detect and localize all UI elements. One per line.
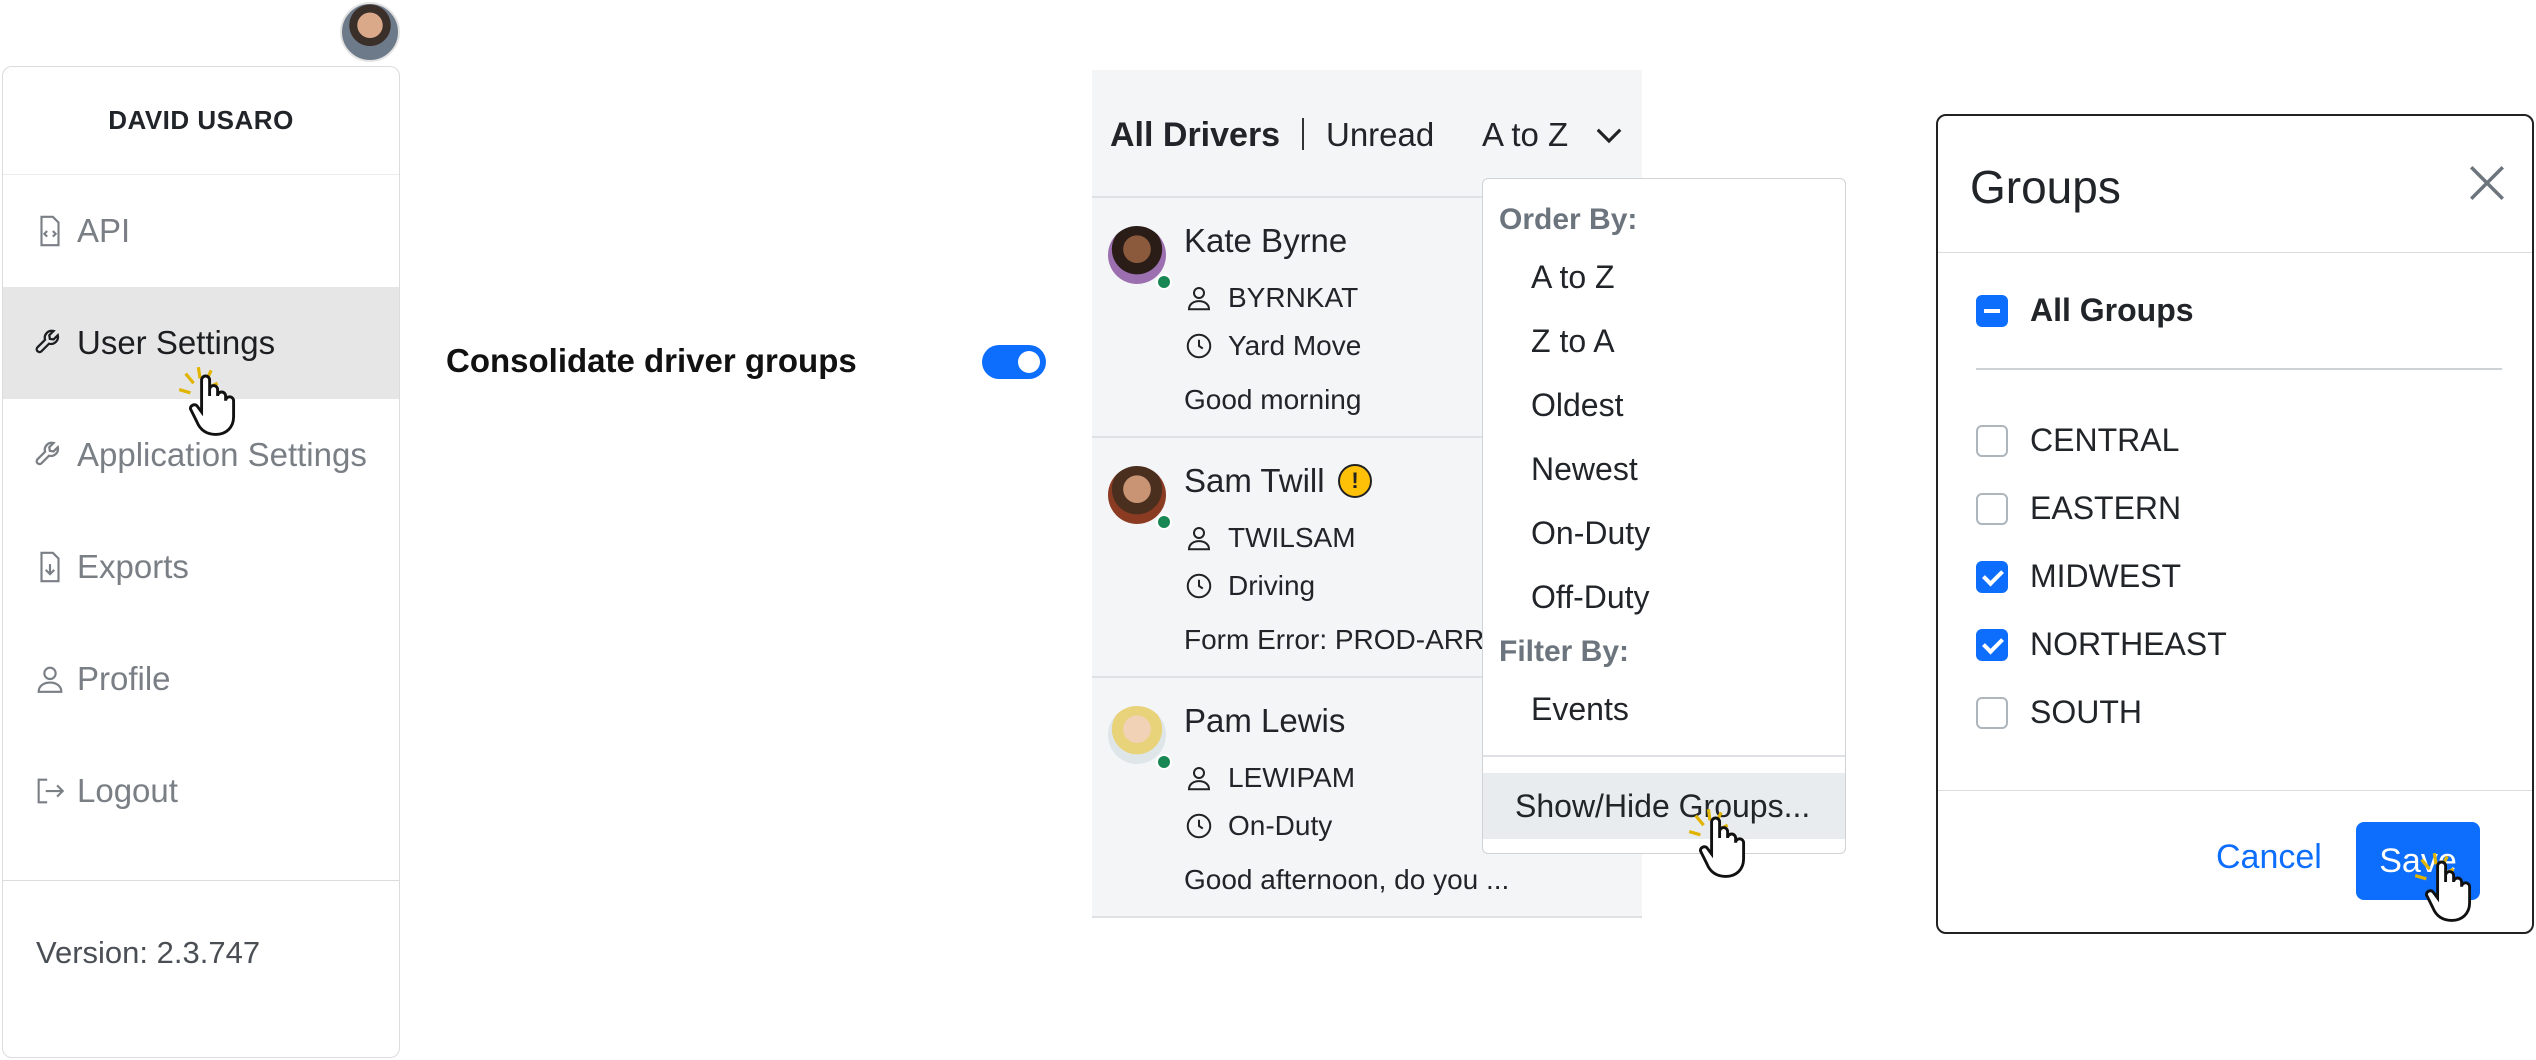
- group-checkbox[interactable]: [1976, 560, 2008, 593]
- hand-cursor-icon: [1688, 808, 1746, 878]
- group-checkbox-row-central[interactable]: CENTRAL: [1976, 422, 2179, 459]
- close-icon[interactable]: [2466, 162, 2508, 204]
- driver-name: Sam Twill: [1184, 462, 1325, 499]
- driver-status-row: On-Duty: [1184, 810, 1332, 842]
- user-avatar[interactable]: [340, 2, 400, 62]
- clock-icon: [1186, 573, 1212, 599]
- menu-item-show-hide-groups[interactable]: Show/Hide Groups...: [1483, 773, 1845, 839]
- tab-all-drivers[interactable]: All Drivers: [1110, 116, 1280, 155]
- modal-footer-divider: [1938, 790, 2532, 791]
- driver-code-row: TWILSAM: [1184, 522, 1356, 554]
- file-code-icon: [40, 215, 60, 247]
- group-label: NORTHEAST: [2030, 626, 2227, 662]
- sidebar-item-profile[interactable]: Profile: [3, 623, 399, 735]
- menu-item-a-to-z[interactable]: A to Z: [1531, 259, 1615, 296]
- all-groups-checkbox[interactable]: [1976, 294, 2008, 327]
- person-icon: [1187, 287, 1211, 311]
- sidebar-user-name: DAVID USARO: [3, 67, 399, 175]
- group-checkbox[interactable]: [1976, 696, 2008, 729]
- person-icon: [1187, 527, 1211, 551]
- consolidate-toggle[interactable]: [982, 345, 1046, 379]
- group-checkbox-row-northeast[interactable]: NORTHEAST: [1976, 626, 2227, 663]
- sort-dropdown-label[interactable]: A to Z: [1482, 116, 1568, 154]
- driver-avatar: [1108, 706, 1166, 764]
- driver-status: Driving: [1228, 570, 1316, 601]
- all-groups-checkbox-row[interactable]: All Groups: [1976, 292, 2194, 329]
- online-status-dot: [1156, 514, 1172, 530]
- online-status-dot: [1156, 274, 1172, 290]
- file-download-icon: [40, 551, 60, 583]
- driver-code: LEWIPAM: [1228, 762, 1356, 793]
- group-checkbox[interactable]: [1976, 628, 2008, 661]
- driver-code: BYRNKAT: [1228, 282, 1359, 313]
- driver-avatar: [1108, 226, 1166, 284]
- wrench-icon: [35, 329, 60, 354]
- driver-code-row: LEWIPAM: [1184, 762, 1355, 794]
- online-status-dot: [1156, 754, 1172, 770]
- consolidate-label: Consolidate driver groups: [446, 342, 857, 379]
- logout-icon: [37, 778, 65, 804]
- groups-divider: [1976, 368, 2502, 370]
- driver-message: Good afternoon, do you ...: [1184, 864, 1510, 895]
- menu-item-on-duty[interactable]: On-Duty: [1531, 515, 1650, 552]
- driver-message: Form Error: PROD-ARR: [1184, 624, 1485, 655]
- clock-icon: [1186, 333, 1212, 359]
- chevron-down-icon[interactable]: [1594, 124, 1624, 148]
- driver-status-row: Driving: [1184, 570, 1315, 602]
- group-checkbox-row-midwest[interactable]: MIDWEST: [1976, 558, 2181, 595]
- sort-dropdown-menu: Order By: A to Z Z to A Oldest Newest On…: [1482, 178, 1846, 854]
- driver-status: On-Duty: [1228, 810, 1333, 841]
- sidebar-item-label: API: [77, 212, 131, 249]
- person-icon: [37, 666, 63, 693]
- sidebar-item-api[interactable]: API: [3, 175, 399, 287]
- hand-cursor-icon: [2414, 852, 2472, 922]
- group-checkbox-row-south[interactable]: SOUTH: [1976, 694, 2142, 731]
- driver-name: Kate Byrne: [1184, 222, 1348, 259]
- group-checkbox-row-eastern[interactable]: EASTERN: [1976, 490, 2181, 527]
- modal-title: Groups: [1970, 161, 2121, 213]
- tab-unread[interactable]: Unread: [1326, 116, 1434, 154]
- menu-item-oldest[interactable]: Oldest: [1531, 387, 1623, 424]
- modal-header-divider: [1938, 252, 2532, 253]
- filter-by-header: Filter By:: [1499, 635, 1630, 668]
- menu-item-events[interactable]: Events: [1531, 691, 1629, 728]
- driver-name: Pam Lewis: [1184, 702, 1346, 739]
- driver-status: Yard Move: [1228, 330, 1362, 361]
- order-by-header: Order By:: [1499, 203, 1638, 236]
- group-checkbox[interactable]: [1976, 492, 2008, 525]
- sidebar-divider: [3, 880, 399, 881]
- cancel-button[interactable]: Cancel: [2216, 838, 2322, 877]
- version-label: Version: 2.3.747: [36, 935, 261, 970]
- wrench-icon: [35, 441, 60, 466]
- group-label: MIDWEST: [2030, 558, 2182, 594]
- group-checkbox[interactable]: [1976, 424, 2008, 457]
- hand-cursor-icon: [178, 366, 236, 436]
- sidebar: DAVID USARO API User Settings Applicatio…: [2, 66, 400, 1058]
- group-label: SOUTH: [2030, 694, 2142, 730]
- clock-icon: [1186, 813, 1212, 839]
- menu-divider: [1483, 755, 1845, 757]
- driver-code: TWILSAM: [1228, 522, 1356, 553]
- driver-avatar: [1108, 466, 1166, 524]
- menu-item-newest[interactable]: Newest: [1531, 451, 1638, 488]
- menu-item-off-duty[interactable]: Off-Duty: [1531, 579, 1650, 616]
- driver-status-row: Yard Move: [1184, 330, 1361, 362]
- groups-modal: Groups All Groups CENTRAL EASTERN MIDWES…: [1936, 114, 2534, 934]
- sidebar-item-label: Profile: [77, 660, 171, 697]
- sidebar-item-label: Exports: [77, 548, 189, 585]
- sidebar-item-logout[interactable]: Logout: [3, 735, 399, 847]
- menu-item-z-to-a[interactable]: Z to A: [1531, 323, 1615, 360]
- warning-icon: !: [1338, 464, 1372, 498]
- sidebar-item-label: User Settings: [77, 324, 276, 361]
- group-label: CENTRAL: [2030, 422, 2180, 458]
- group-label: EASTERN: [2030, 490, 2182, 526]
- driver-code-row: BYRNKAT: [1184, 282, 1358, 314]
- sidebar-item-label: Logout: [77, 772, 178, 809]
- person-icon: [1187, 767, 1211, 791]
- sidebar-item-exports[interactable]: Exports: [3, 511, 399, 623]
- all-groups-label: All Groups: [2030, 292, 2194, 328]
- driver-message: Good morning: [1184, 384, 1362, 415]
- tab-separator: [1302, 118, 1304, 150]
